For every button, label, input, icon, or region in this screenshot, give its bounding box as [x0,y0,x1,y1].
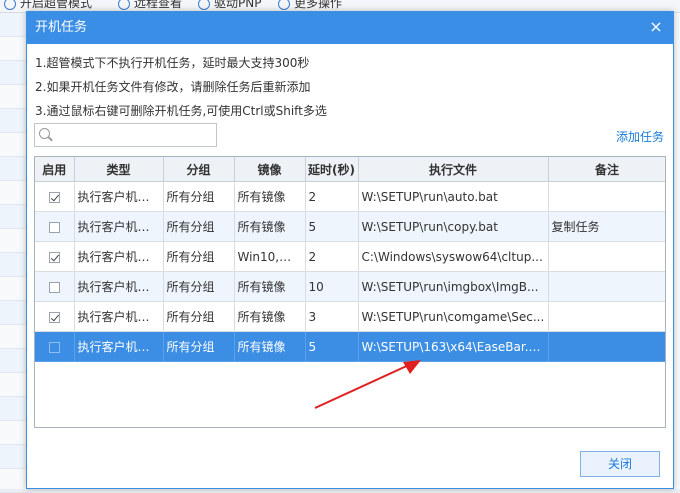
cell-group: 所有分组 [163,271,235,302]
cell-delay: 3 [305,301,359,332]
cell-file: W:\SETUP\163\x64\EaseBar.exe [358,331,549,362]
cell-delay: 5 [305,331,359,362]
startup-tasks-dialog: 开机任务 × 1.超管模式下不执行开机任务，延时最大支持300秒 2.如果开机任… [26,11,674,489]
cell-image: 所有镜像 [234,301,306,332]
cell-group: 所有分组 [163,241,235,272]
cell-group: 所有分组 [163,181,235,212]
cell-image: 所有镜像 [234,211,306,242]
column-header-image[interactable]: 镜像 [234,157,306,182]
instruction-line: 1.超管模式下不执行开机任务，延时最大支持300秒 [35,56,310,70]
toolbar-item-driver-pnp[interactable]: 驱动PNP [198,0,261,11]
enabled-checkbox[interactable] [48,281,60,293]
gear-icon [198,0,210,10]
cell-file: C:\Windows\syswow64\cltup... [358,241,549,272]
cell-type: 执行客户机程... [74,181,164,212]
enabled-checkbox[interactable] [48,341,60,353]
tasks-table: 启用 类型 分组 镜像 延时(秒) 执行文件 备注 执行客户机程... 所有分组… [34,156,666,428]
cell-image: Win10,会... [234,241,306,272]
cell-image: 所有镜像 [234,331,306,362]
person-icon [4,0,16,10]
table-row-selected[interactable]: 执行客户机程... 所有分组 所有镜像 5 W:\SETUP\163\x64\E… [35,331,665,362]
cell-type: 执行客户机程... [74,331,164,362]
cell-group: 所有分组 [163,331,235,362]
instructions: 1.超管模式下不执行开机任务，延时最大支持300秒 2.如果开机任务文件有修改，… [35,52,327,124]
table-row[interactable]: 执行客户机程... 所有分组 Win10,会... 2 C:\Windows\s… [35,241,665,272]
toolbar-item-admin-mode[interactable]: 开启超管模式 [4,0,92,11]
search-box[interactable] [34,123,217,147]
cell-delay: 2 [305,241,359,272]
cell-delay: 5 [305,211,359,242]
cell-type: 执行客户机程... [74,211,164,242]
column-header-group[interactable]: 分组 [163,157,235,182]
cell-group: 所有分组 [163,211,235,242]
table-header-row: 启用 类型 分组 镜像 延时(秒) 执行文件 备注 [35,157,665,182]
cell-delay: 10 [305,271,359,302]
table-row[interactable]: 执行客户机程... 所有分组 所有镜像 3 W:\SETUP\run\comga… [35,301,665,332]
cell-group: 所有分组 [163,301,235,332]
search-input[interactable] [55,126,213,144]
cell-file: W:\SETUP\run\imgbox\ImgB... [358,271,549,302]
cell-note [548,331,665,362]
enabled-checkbox[interactable] [48,221,60,233]
cell-file: W:\SETUP\run\copy.bat [358,211,549,242]
table-row[interactable]: 执行客户机程... 所有分组 所有镜像 2 W:\SETUP\run\auto.… [35,181,665,212]
dialog-titlebar[interactable]: 开机任务 × [27,12,673,44]
toolbar-item-remote-view[interactable]: 远程查看 [118,0,182,11]
monitor-icon [118,0,130,10]
add-task-link[interactable]: 添加任务 [616,128,664,145]
table-row[interactable]: 执行客户机程... 所有分组 所有镜像 10 W:\SETUP\run\imgb… [35,271,665,302]
cell-image: 所有镜像 [234,181,306,212]
enabled-checkbox[interactable] [48,311,60,323]
cell-note [548,271,665,302]
dialog-title: 开机任务 [35,20,88,35]
cell-type: 执行客户机程... [74,271,164,302]
instruction-line: 3.通过鼠标右键可删除开机任务,可使用Ctrl或Shift多选 [35,104,327,118]
enabled-checkbox[interactable] [48,251,60,263]
column-header-file[interactable]: 执行文件 [358,157,549,182]
toolbar-item-more-actions[interactable]: 更多操作 [278,0,342,11]
cell-note [548,241,665,272]
close-button[interactable]: 关闭 [580,451,660,477]
column-header-enabled[interactable]: 启用 [35,157,75,182]
cell-file: W:\SETUP\run\auto.bat [358,181,549,212]
search-icon [39,128,50,139]
cell-type: 执行客户机程... [74,241,164,272]
instruction-line: 2.如果开机任务文件有修改，请删除任务后重新添加 [35,80,311,94]
column-header-type[interactable]: 类型 [74,157,164,182]
column-header-delay[interactable]: 延时(秒) [305,157,359,182]
table-row[interactable]: 执行客户机程... 所有分组 所有镜像 5 W:\SETUP\run\copy.… [35,211,665,242]
close-icon[interactable]: × [647,18,665,36]
cell-note [548,181,665,212]
cell-delay: 2 [305,181,359,212]
cell-image: 所有镜像 [234,271,306,302]
cell-note [548,301,665,332]
column-header-note[interactable]: 备注 [548,157,665,182]
cell-note: 复制任务 [548,211,665,242]
enabled-checkbox[interactable] [48,191,60,203]
cell-file: W:\SETUP\run\comgame\Sec... [358,301,549,332]
cell-type: 执行客户机程... [74,301,164,332]
more-icon [278,0,290,10]
